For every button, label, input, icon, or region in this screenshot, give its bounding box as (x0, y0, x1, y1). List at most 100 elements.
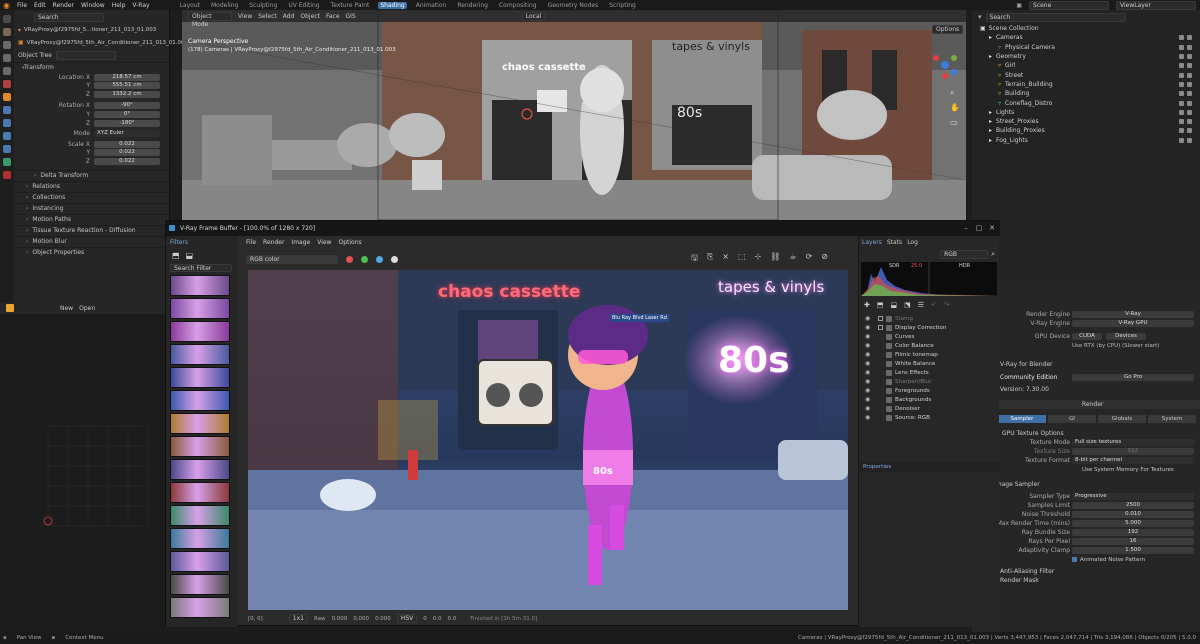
checkbox-icon[interactable] (1179, 54, 1184, 60)
particles-icon[interactable] (3, 119, 11, 127)
red-channel-icon[interactable] (346, 255, 353, 263)
cuda-button[interactable]: CUDA (1072, 333, 1102, 340)
render-mask-header[interactable]: Render Mask (1000, 577, 1039, 584)
eye-icon[interactable] (1187, 35, 1192, 41)
stop-render-icon[interactable]: ⊘ (821, 252, 828, 266)
tab-log[interactable]: Log (907, 239, 918, 246)
outliner-item[interactable]: ▿ Street (972, 70, 1200, 79)
load-layers-icon[interactable]: ⬓ (891, 301, 898, 309)
adaptivity-field[interactable]: 1.500 (1072, 547, 1194, 554)
checkbox-icon[interactable] (1179, 44, 1184, 50)
layer-item[interactable]: ◉ Backgrounds (859, 395, 999, 404)
outliner-item[interactable]: ▿ Physical Camera (972, 43, 1200, 52)
interactive-render-icon[interactable]: ⟳ (806, 252, 813, 266)
eye-icon[interactable]: ◉ (865, 396, 874, 403)
menu-vray[interactable]: V-Ray (132, 2, 149, 9)
eye-icon[interactable]: ◉ (865, 414, 874, 421)
layer-item[interactable]: ◉ Denoiser (859, 404, 999, 413)
undo-icon[interactable]: ↶ (931, 301, 937, 309)
scene-collection[interactable]: ▣ Scene Collection (972, 24, 1200, 33)
filter-thumbnail[interactable] (170, 344, 230, 365)
eye-icon[interactable]: ◉ (865, 351, 874, 358)
filter-thumbnail[interactable] (170, 436, 230, 457)
layer-item[interactable]: ◉ Filmic tonemap (859, 350, 999, 359)
tab-system[interactable]: System (1148, 415, 1196, 423)
outliner-item[interactable]: ▿ Girl (972, 61, 1200, 70)
save-image-icon[interactable]: 🖫 (691, 252, 698, 266)
filter-thumbnail[interactable] (170, 459, 230, 480)
eye-icon[interactable]: ◉ (865, 315, 874, 322)
layer-item[interactable]: ◉ White Balance (859, 359, 999, 368)
minimize-icon[interactable]: – (962, 224, 970, 232)
eye-icon[interactable]: ◉ (865, 378, 874, 385)
filter-thumbnail[interactable] (170, 390, 230, 411)
filter-thumbnail[interactable] (170, 367, 230, 388)
vfb-menu-options[interactable]: Options (338, 239, 361, 246)
layer-item[interactable]: ◉ Foregrounds (859, 386, 999, 395)
scene-props-icon[interactable] (3, 67, 11, 75)
visibility-toggles[interactable] (1179, 100, 1194, 106)
image-sampler-header[interactable]: Image Sampler (994, 481, 1040, 488)
filter-thumbnail[interactable] (170, 413, 230, 434)
checkbox-icon[interactable] (1179, 137, 1184, 143)
texture-mode-select[interactable]: Full size textures (1072, 439, 1194, 446)
scene-selector[interactable]: Scene (1029, 0, 1109, 10)
scale-y-field[interactable]: 0.022 (94, 149, 160, 157)
object-name-field[interactable]: VRayProxy@f2975fd_5th_Air_Conditioner_21… (27, 40, 188, 46)
rotation-mode-select[interactable]: XYZ Euler (94, 130, 160, 138)
eye-icon[interactable]: ◉ (865, 342, 874, 349)
eye-icon[interactable] (1187, 44, 1192, 50)
vfb-menu-view[interactable]: View (317, 239, 331, 246)
viewport-menu-view[interactable]: View (238, 13, 252, 20)
layer-item[interactable]: ◉ Lens Effects (859, 368, 999, 377)
checkbox-icon[interactable] (1179, 100, 1184, 106)
texture-format-select[interactable]: 8-bit per channel (1072, 457, 1194, 464)
filter-thumbnail[interactable] (170, 482, 230, 503)
world-icon[interactable] (3, 80, 11, 88)
eye-icon[interactable] (1187, 119, 1192, 125)
tab-gi[interactable]: GI (1048, 415, 1096, 423)
outliner-item[interactable]: ▿ Coneflag_Distro (972, 98, 1200, 107)
outliner-search[interactable]: Search (985, 12, 1126, 22)
tab-sampler[interactable]: Sampler (998, 415, 1046, 423)
render-teapot-icon[interactable]: ☕ (789, 252, 796, 266)
outliner-item[interactable]: ▿ Building (972, 89, 1200, 98)
tab-scripting[interactable]: Scripting (607, 2, 638, 9)
tab-layers[interactable]: Layers (862, 239, 882, 246)
section-motion-blur[interactable]: › Motion Blur (14, 235, 169, 247)
data-icon[interactable] (3, 158, 11, 166)
filter-thumbnail[interactable] (170, 551, 230, 572)
new-image-button[interactable]: New (60, 305, 73, 312)
raw-toggle[interactable]: Raw (314, 616, 326, 622)
checkbox-icon[interactable] (1179, 81, 1184, 87)
checkbox-icon[interactable] (1179, 119, 1184, 125)
outliner-item[interactable]: ▸ Street_Proxies (972, 117, 1200, 126)
filter-thumbnail[interactable] (170, 528, 230, 549)
object-tree-field[interactable] (55, 50, 116, 60)
blue-channel-icon[interactable] (376, 255, 383, 263)
samples-limit-field[interactable]: 2500 (1072, 502, 1194, 509)
rotation-x-field[interactable]: -90° (94, 102, 160, 110)
outliner-item[interactable]: ▸ Fog_Lights (972, 136, 1200, 145)
tab-texture-paint[interactable]: Texture Paint (329, 2, 372, 9)
go-pro-button[interactable]: Go Pro (1072, 374, 1194, 381)
layer-list-icon[interactable]: ☰ (918, 301, 924, 309)
gpu-texture-options-header[interactable]: GPU Texture Options (1002, 430, 1064, 437)
tool-icon[interactable] (3, 15, 11, 23)
view-layer-icon[interactable] (3, 54, 11, 62)
checkbox-icon[interactable] (1179, 128, 1184, 134)
filter-thumbnail[interactable] (170, 574, 230, 595)
navigation-gizmo[interactable] (930, 50, 960, 80)
checkbox-icon[interactable] (1179, 109, 1184, 115)
visibility-toggles[interactable] (1179, 44, 1194, 50)
tab-layout[interactable]: Layout (178, 2, 202, 9)
location-x-field[interactable]: 218.57 cm (94, 73, 160, 81)
blender-logo-icon[interactable]: ◉ (3, 1, 10, 10)
rotation-y-field[interactable]: 0° (94, 110, 160, 118)
material-icon[interactable] (3, 171, 11, 179)
layer-item[interactable]: ◉ Curves (859, 332, 999, 341)
filter-icon[interactable]: ▾ (978, 13, 982, 21)
tab-shading[interactable]: Shading (378, 1, 407, 9)
layer-presets-icon[interactable]: ⬔ (904, 301, 911, 309)
visibility-toggles[interactable] (1179, 91, 1194, 97)
